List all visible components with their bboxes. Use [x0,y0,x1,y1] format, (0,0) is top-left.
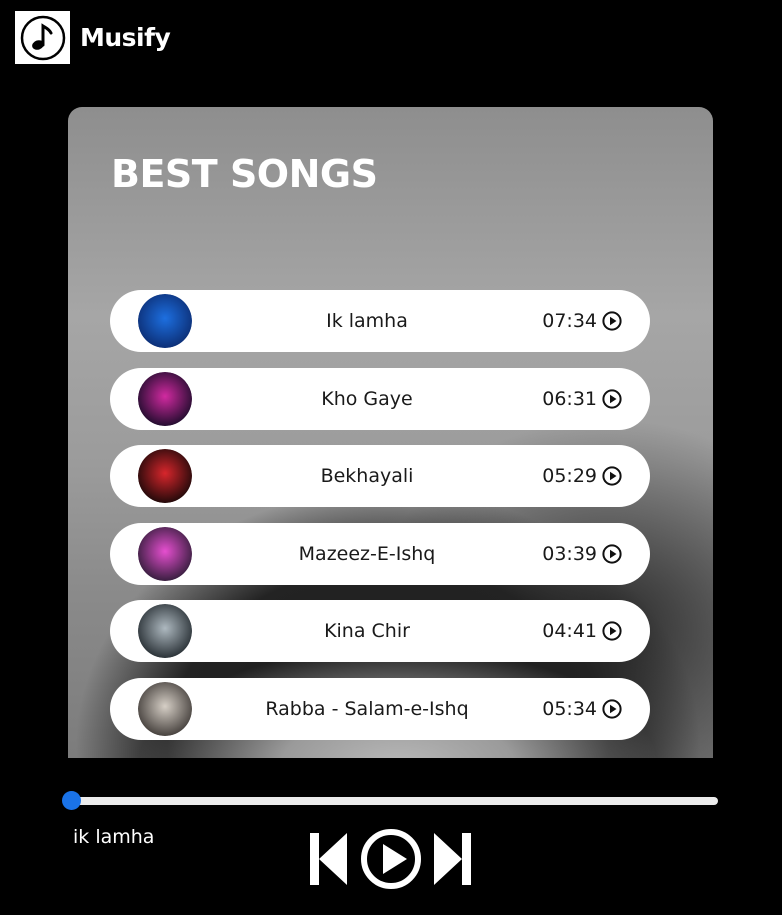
song-duration: 06:31 [542,387,597,410]
play-circle-icon[interactable] [602,621,622,641]
song-title: Rabba - Salam-e-Ishq [265,697,469,720]
previous-icon[interactable] [309,831,349,887]
song-row[interactable]: Kina Chir 04:41 [110,600,650,663]
play-circle-icon[interactable] [602,544,622,564]
album-art [138,526,192,581]
play-icon[interactable] [360,828,422,890]
song-row[interactable]: Ik lamha 07:34 [110,290,650,352]
music-note-icon [20,15,65,60]
playback-controls [309,828,472,890]
play-circle-icon[interactable] [602,466,622,486]
best-songs-card: BEST SONGS Ik lamha 07:34 Kho Gaye 06:31 Bek… [68,107,713,758]
song-row[interactable]: Rabba - Salam-e-Ishq 05:34 [110,677,650,740]
song-title: Bekhayali [320,465,414,488]
album-art [138,604,192,659]
song-title: Ik lamha [326,310,408,332]
play-circle-icon[interactable] [602,311,622,331]
song-duration: 04:41 [542,620,597,643]
song-duration: 05:34 [542,697,597,720]
seek-bar[interactable] [71,797,718,805]
song-row[interactable]: Bekhayali 05:29 [110,445,650,508]
song-row[interactable]: Mazeez-E-Ishq 03:39 [110,522,650,585]
album-art [138,449,192,504]
album-art [138,371,192,426]
song-title: Mazeez-E-Ishq [298,542,436,565]
song-row[interactable]: Kho Gaye 06:31 [110,367,650,430]
music-player-app: Musify BEST SONGS Ik lamha 07:34 Kho Gaye 0… [0,0,782,915]
song-title: Kina Chir [324,620,410,643]
logo[interactable] [15,11,70,64]
app-header: Musify [15,11,171,64]
song-duration: 03:39 [542,542,597,565]
next-icon[interactable] [432,831,472,887]
song-list: Ik lamha 07:34 Kho Gaye 06:31 Bekhayali 05:29… [110,290,650,756]
song-duration: 07:34 [542,310,597,332]
song-title: Kho Gaye [321,387,413,410]
play-circle-icon[interactable] [602,699,622,719]
album-art [138,681,192,736]
page-title: BEST SONGS [111,152,378,196]
album-art [138,294,192,348]
seek-handle[interactable] [61,791,81,810]
play-circle-icon[interactable] [602,388,622,409]
app-brand: Musify [80,23,171,52]
now-playing-title: ik lamha [73,826,155,848]
song-duration: 05:29 [542,465,597,488]
